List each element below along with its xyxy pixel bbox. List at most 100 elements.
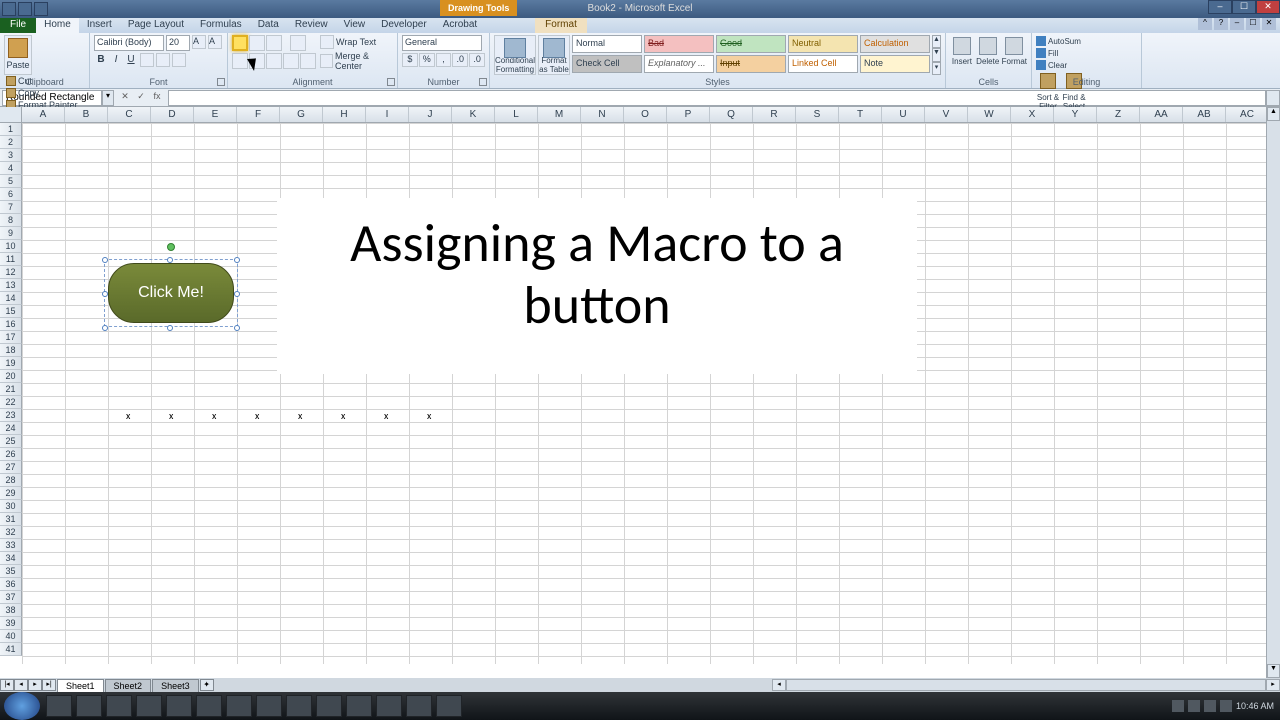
column-header-AB[interactable]: AB [1183, 107, 1226, 122]
rotation-handle[interactable] [167, 243, 175, 251]
row-header-17[interactable]: 17 [0, 331, 22, 344]
style-checkcell[interactable]: Check Cell [572, 55, 642, 73]
autosum-button[interactable]: AutoSum [1036, 35, 1092, 47]
align-middle-button[interactable] [249, 35, 265, 51]
column-header-Z[interactable]: Z [1097, 107, 1140, 122]
currency-button[interactable]: $ [402, 53, 418, 67]
window-close-icon[interactable]: ✕ [1262, 18, 1276, 30]
column-header-A[interactable]: A [22, 107, 65, 122]
column-header-W[interactable]: W [968, 107, 1011, 122]
cell-J23[interactable]: x [427, 409, 431, 422]
row-header-20[interactable]: 20 [0, 370, 22, 383]
row-header-35[interactable]: 35 [0, 565, 22, 578]
style-bad[interactable]: Bad [644, 35, 714, 53]
sheet-tab-active[interactable]: Sheet1 [57, 679, 104, 692]
tray-icon[interactable] [1188, 700, 1200, 712]
column-header-E[interactable]: E [194, 107, 237, 122]
resize-handle-s[interactable] [167, 325, 173, 331]
underline-button[interactable]: U [124, 53, 138, 67]
align-bottom-button[interactable] [266, 35, 282, 51]
paste-button[interactable]: Paste [4, 35, 32, 75]
shrink-font-icon[interactable]: A [208, 35, 222, 49]
row-header-10[interactable]: 10 [0, 240, 22, 253]
help-icon[interactable]: ? [1214, 18, 1228, 30]
style-linkedcell[interactable]: Linked Cell [788, 55, 858, 73]
row-header-18[interactable]: 18 [0, 344, 22, 357]
cell-styles-gallery[interactable]: NormalBadGoodNeutralCalculationCheck Cel… [572, 35, 930, 75]
taskbar-app-icon[interactable] [436, 695, 462, 717]
bold-button[interactable]: B [94, 53, 108, 67]
row-header-37[interactable]: 37 [0, 591, 22, 604]
alignment-dialog-launcher[interactable] [387, 78, 395, 86]
fill-color-button[interactable] [156, 53, 170, 67]
scroll-right-button[interactable]: ▸ [1266, 679, 1280, 691]
resize-handle-sw[interactable] [102, 325, 108, 331]
number-format-combo[interactable]: General [402, 35, 482, 51]
row-header-39[interactable]: 39 [0, 617, 22, 630]
taskbar-app-icon[interactable] [226, 695, 252, 717]
taskbar-powerpoint-icon[interactable] [196, 695, 222, 717]
cell-G23[interactable]: x [298, 409, 302, 422]
resize-handle-nw[interactable] [102, 257, 108, 263]
row-header-24[interactable]: 24 [0, 422, 22, 435]
merge-center-button[interactable]: Merge & Center [320, 51, 393, 71]
format-cells-button[interactable]: Format [1002, 35, 1027, 75]
taskbar-app-icon[interactable] [106, 695, 132, 717]
tray-network-icon[interactable] [1204, 700, 1216, 712]
rounded-rectangle-shape[interactable]: Click Me! [108, 263, 234, 323]
tab-acrobat[interactable]: Acrobat [435, 18, 485, 33]
row-header-28[interactable]: 28 [0, 474, 22, 487]
close-button[interactable]: ✕ [1256, 0, 1280, 14]
qat-save-icon[interactable] [2, 2, 16, 16]
style-note[interactable]: Note [860, 55, 930, 73]
decrease-decimal-button[interactable]: .0 [469, 53, 485, 67]
increase-decimal-button[interactable]: .0 [452, 53, 468, 67]
row-header-16[interactable]: 16 [0, 318, 22, 331]
scroll-track[interactable] [1267, 121, 1280, 664]
row-header-29[interactable]: 29 [0, 487, 22, 500]
column-header-D[interactable]: D [151, 107, 194, 122]
wrap-text-button[interactable]: Wrap Text [320, 35, 393, 49]
decrease-indent-button[interactable] [283, 53, 299, 69]
resize-handle-se[interactable] [234, 325, 240, 331]
title-text-box[interactable]: Assigning a Macro to a button [277, 198, 917, 374]
row-header-13[interactable]: 13 [0, 279, 22, 292]
column-header-M[interactable]: M [538, 107, 581, 122]
row-header-6[interactable]: 6 [0, 188, 22, 201]
row-header-33[interactable]: 33 [0, 539, 22, 552]
orientation-button[interactable] [290, 35, 306, 51]
style-normal[interactable]: Normal [572, 35, 642, 53]
align-left-button[interactable] [232, 53, 248, 69]
increase-indent-button[interactable] [300, 53, 316, 69]
style-good[interactable]: Good [716, 35, 786, 53]
taskbar-app-icon[interactable] [76, 695, 102, 717]
column-header-I[interactable]: I [366, 107, 409, 122]
scroll-up-button[interactable]: ▲ [1267, 107, 1280, 121]
row-header-11[interactable]: 11 [0, 253, 22, 266]
font-color-button[interactable] [172, 53, 186, 67]
row-header-31[interactable]: 31 [0, 513, 22, 526]
cell-I23[interactable]: x [384, 409, 388, 422]
fill-button[interactable]: Fill [1036, 47, 1092, 59]
new-sheet-button[interactable]: ✦ [200, 679, 214, 691]
row-header-5[interactable]: 5 [0, 175, 22, 188]
last-sheet-button[interactable]: ▸| [42, 679, 56, 691]
align-top-button[interactable] [232, 35, 248, 51]
row-header-4[interactable]: 4 [0, 162, 22, 175]
taskbar-app-icon[interactable] [346, 695, 372, 717]
cancel-formula-icon[interactable]: ✕ [118, 91, 132, 105]
font-size-combo[interactable]: 20 [166, 35, 190, 51]
row-header-2[interactable]: 2 [0, 136, 22, 149]
window-min-icon[interactable]: – [1230, 18, 1244, 30]
enter-formula-icon[interactable]: ✓ [134, 91, 148, 105]
column-header-L[interactable]: L [495, 107, 538, 122]
row-header-22[interactable]: 22 [0, 396, 22, 409]
row-header-27[interactable]: 27 [0, 461, 22, 474]
row-header-32[interactable]: 32 [0, 526, 22, 539]
row-header-15[interactable]: 15 [0, 305, 22, 318]
first-sheet-button[interactable]: |◂ [0, 679, 14, 691]
row-header-25[interactable]: 25 [0, 435, 22, 448]
column-header-C[interactable]: C [108, 107, 151, 122]
row-header-12[interactable]: 12 [0, 266, 22, 279]
column-header-X[interactable]: X [1011, 107, 1054, 122]
